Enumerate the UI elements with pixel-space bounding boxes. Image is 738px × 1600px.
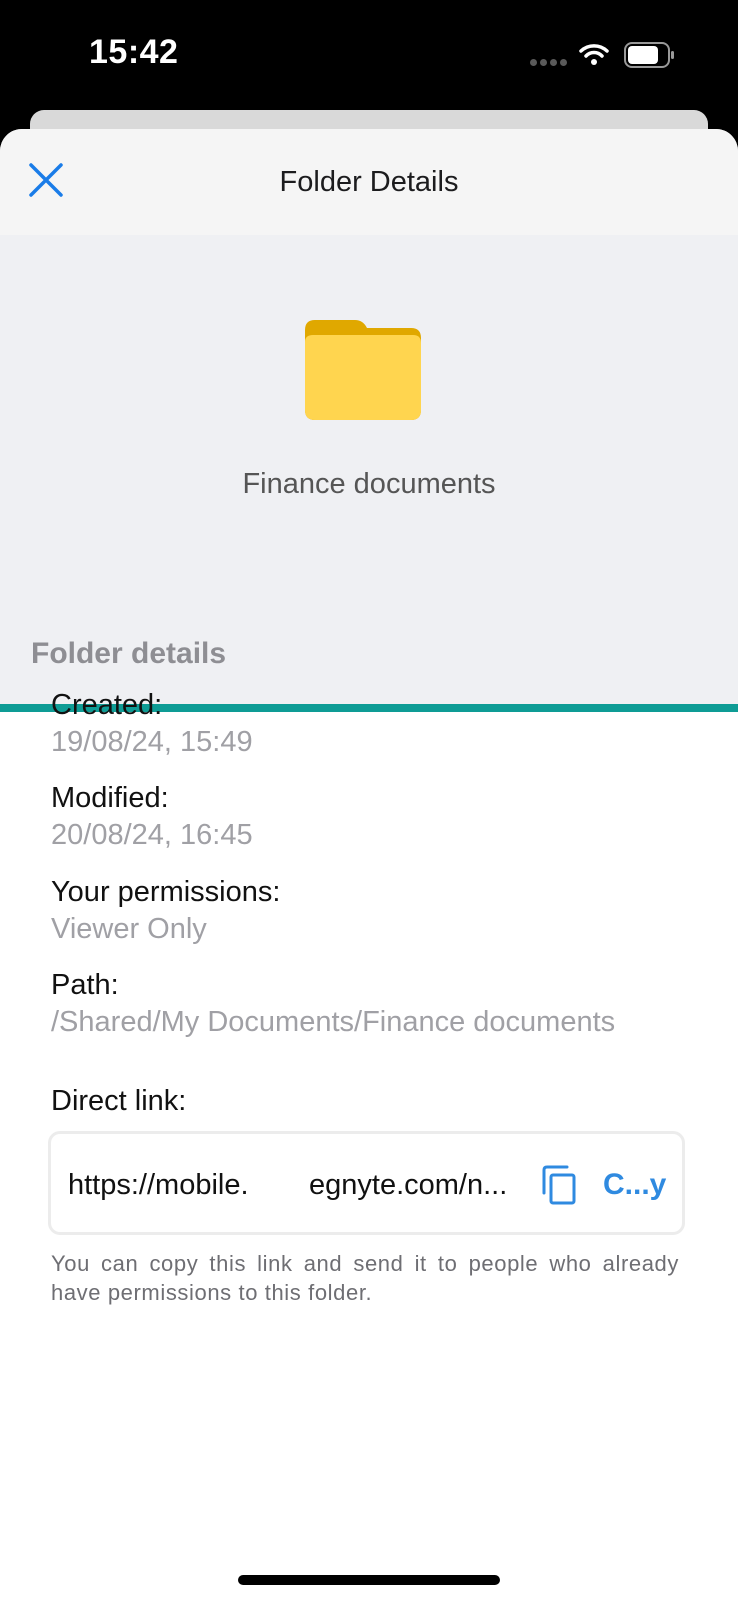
created-label: Created:	[51, 689, 163, 721]
copy-icon[interactable]	[541, 1165, 577, 1205]
permissions-value: Viewer Only	[51, 913, 207, 945]
path-label: Path:	[51, 969, 119, 1001]
path-value: /Shared/My Documents/Finance documents	[51, 1006, 616, 1038]
permissions-label: Your permissions:	[51, 876, 281, 908]
wifi-icon	[579, 44, 609, 65]
status-bar: 15:42	[0, 0, 738, 110]
signal-dots-icon	[530, 59, 570, 67]
section-title: Folder details	[31, 637, 227, 670]
created-value: 19/08/24, 15:49	[51, 726, 253, 758]
home-indicator[interactable]	[238, 1575, 500, 1585]
folder-details-sheet: Folder Details Finance documents	[0, 129, 738, 1600]
status-time: 15:42	[89, 33, 179, 71]
folder-icon	[305, 320, 421, 420]
direct-link-label: Direct link:	[51, 1085, 187, 1117]
copy-link-button[interactable]: C...y	[603, 1168, 666, 1202]
modified-label: Modified:	[51, 782, 169, 814]
page-title: Folder Details	[279, 166, 459, 198]
folder-name: Finance documents	[242, 468, 496, 500]
link-url-end: egnyte.com/n...	[309, 1169, 508, 1201]
link-url-start: https://mobile.	[68, 1169, 249, 1201]
battery-icon	[624, 42, 674, 68]
modified-value: 20/08/24, 16:45	[51, 819, 253, 851]
nav-bar: Folder Details	[0, 129, 738, 235]
direct-link-helper-text: You can copy this link and send it to pe…	[51, 1251, 679, 1305]
folder-header: Finance documents	[0, 235, 738, 704]
direct-link-box[interactable]: https://mobile. egnyte.com/n... C...y	[48, 1131, 685, 1235]
